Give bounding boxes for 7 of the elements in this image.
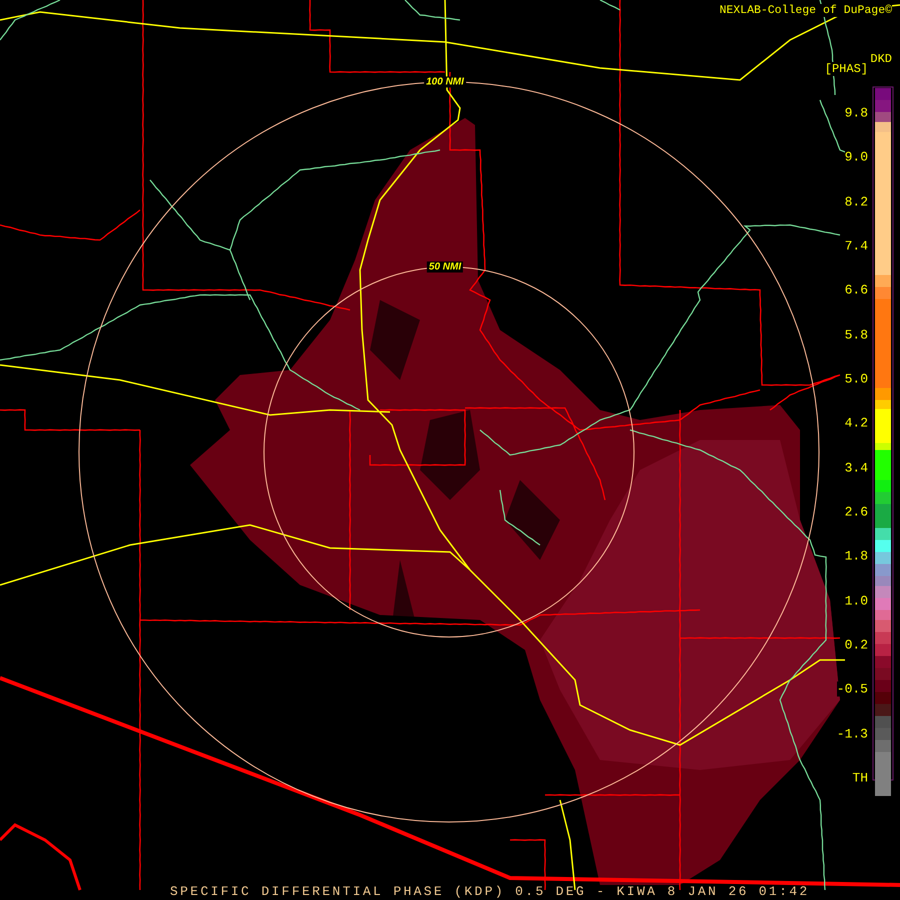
station-code: DKD	[870, 52, 892, 66]
scale-label: -0.5	[836, 682, 868, 697]
unit-label: [PHAS]	[824, 62, 868, 76]
range-ring-label: 100 NMI	[424, 76, 466, 88]
range-ring-label: 50 NMI	[426, 262, 464, 272]
product-caption: SPECIFIC DIFFERENTIAL PHASE (KDP) 0.5 DEG - KIWA 8 JAN 26 01:42	[170, 884, 810, 899]
credit-text: NEXLAB-College of DuPage©	[719, 4, 892, 17]
